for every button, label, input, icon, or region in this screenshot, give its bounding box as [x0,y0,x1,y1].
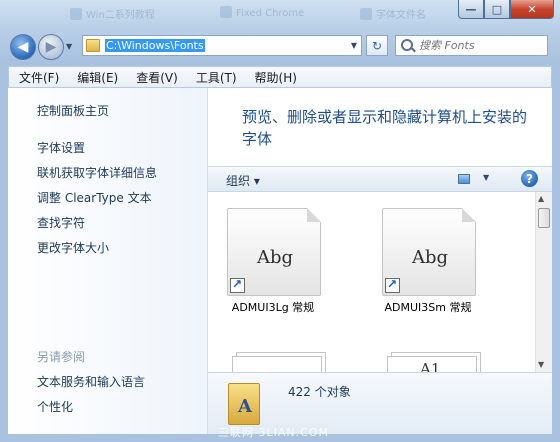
menu-file[interactable]: 文件(F) [9,69,67,86]
font-name[interactable]: ADMUI3Sm 常规 [363,300,493,315]
font-preview: Abg [411,247,449,268]
search-input[interactable] [417,38,531,53]
refresh-icon: ↻ [371,38,383,53]
forward-button[interactable]: ▶ [38,34,64,60]
change-font-size-link[interactable]: 更改字体大小 [37,239,109,256]
menu-bar: 文件(F) 编辑(E) 查看(V) 工具(T) 帮助(H) [8,66,552,88]
page-title: 预览、删除或者显示和隐藏计算机上安装的字体 [242,108,528,148]
font-item[interactable]: Abg [215,208,321,296]
fonts-folder-icon [228,383,260,425]
font-settings-link[interactable]: 字体设置 [37,139,85,156]
task-pane: 控制面板主页 字体设置 联机获取字体详细信息 调整 ClearType 文本 查… [8,88,208,434]
control-panel-home-link[interactable]: 控制面板主页 [37,102,109,119]
explorer-window: Win二系列教程 Fixed Chrome 字体文件名 — □ ✕ ◀ ▶ ▼ … [0,0,560,442]
vertical-scrollbar[interactable]: ▲ ▼ [535,192,552,372]
address-dropdown-icon[interactable]: ▼ [351,41,357,50]
help-icon[interactable]: ? [521,170,538,187]
close-button[interactable]: ✕ [510,0,554,19]
font-name[interactable]: ADMUI3Lg 常规 [208,300,338,315]
shortcut-arrow-icon [230,277,245,293]
refresh-button[interactable]: ↻ [366,35,388,56]
folder-icon [86,39,100,52]
background-tab: 字体文件名 [360,6,426,22]
window-controls: — □ ✕ [458,0,554,19]
watermark: 三联网 3LIAN.COM [218,426,329,439]
font-list: Abg ADMUI3Lg 常规 Abg ADMUI3Sm 常规 A1 ▲ ▼ [208,192,552,372]
font-family-stack-icon [232,356,322,372]
get-font-info-online-link[interactable]: 联机获取字体详细信息 [37,164,157,181]
menu-view[interactable]: 查看(V) [126,69,186,86]
recent-pages-dropdown[interactable]: ▼ [66,42,72,51]
organize-button[interactable]: 组织 ▾ [226,172,260,189]
forward-arrow-icon: ▶ [45,39,57,55]
content-pane: 预览、删除或者显示和隐藏计算机上安装的字体 组织 ▾ ▼ ? Abg ADMUI… [208,88,552,434]
maximize-button[interactable]: □ [484,0,510,19]
see-also-heading: 另请参阅 [37,350,86,364]
adjust-cleartype-link[interactable]: 调整 ClearType 文本 [37,189,152,206]
command-bar: 组织 ▾ ▼ ? [208,166,552,192]
font-item[interactable]: Abg [370,208,476,296]
menu-help[interactable]: 帮助(H) [245,69,305,86]
change-view-icon[interactable] [458,174,470,184]
menu-edit[interactable]: 编辑(E) [67,69,126,86]
search-box[interactable] [395,35,548,56]
font-preview: Abg [256,247,294,268]
scroll-up-icon[interactable]: ▲ [538,194,544,203]
find-character-link[interactable]: 查找字符 [37,214,85,231]
title-bar: Win二系列教程 Fixed Chrome 字体文件名 — □ ✕ [0,0,560,30]
address-bar[interactable]: C:\Windows\Fonts ▼ [82,35,362,56]
font-preview: A1 [420,360,441,372]
back-button[interactable]: ◀ [10,34,36,60]
search-icon [401,39,413,51]
back-arrow-icon: ◀ [17,39,29,55]
scroll-down-icon[interactable]: ▼ [538,360,544,369]
address-path[interactable]: C:\Windows\Fonts [105,39,205,52]
item-count: 422 个对象 [288,385,351,399]
text-services-link[interactable]: 文本服务和输入语言 [37,373,145,390]
navigation-bar: ◀ ▶ ▼ C:\Windows\Fonts ▼ ↻ [0,30,560,62]
shortcut-arrow-icon [385,277,400,293]
view-options-dropdown[interactable]: ▼ [483,173,489,182]
scroll-thumb[interactable] [538,208,550,228]
personalization-link[interactable]: 个性化 [37,398,73,415]
background-tab: Fixed Chrome [220,6,304,22]
background-tab: Win二系列教程 [70,6,155,22]
menu-tools[interactable]: 工具(T) [186,69,245,86]
minimize-button[interactable]: — [458,0,484,19]
